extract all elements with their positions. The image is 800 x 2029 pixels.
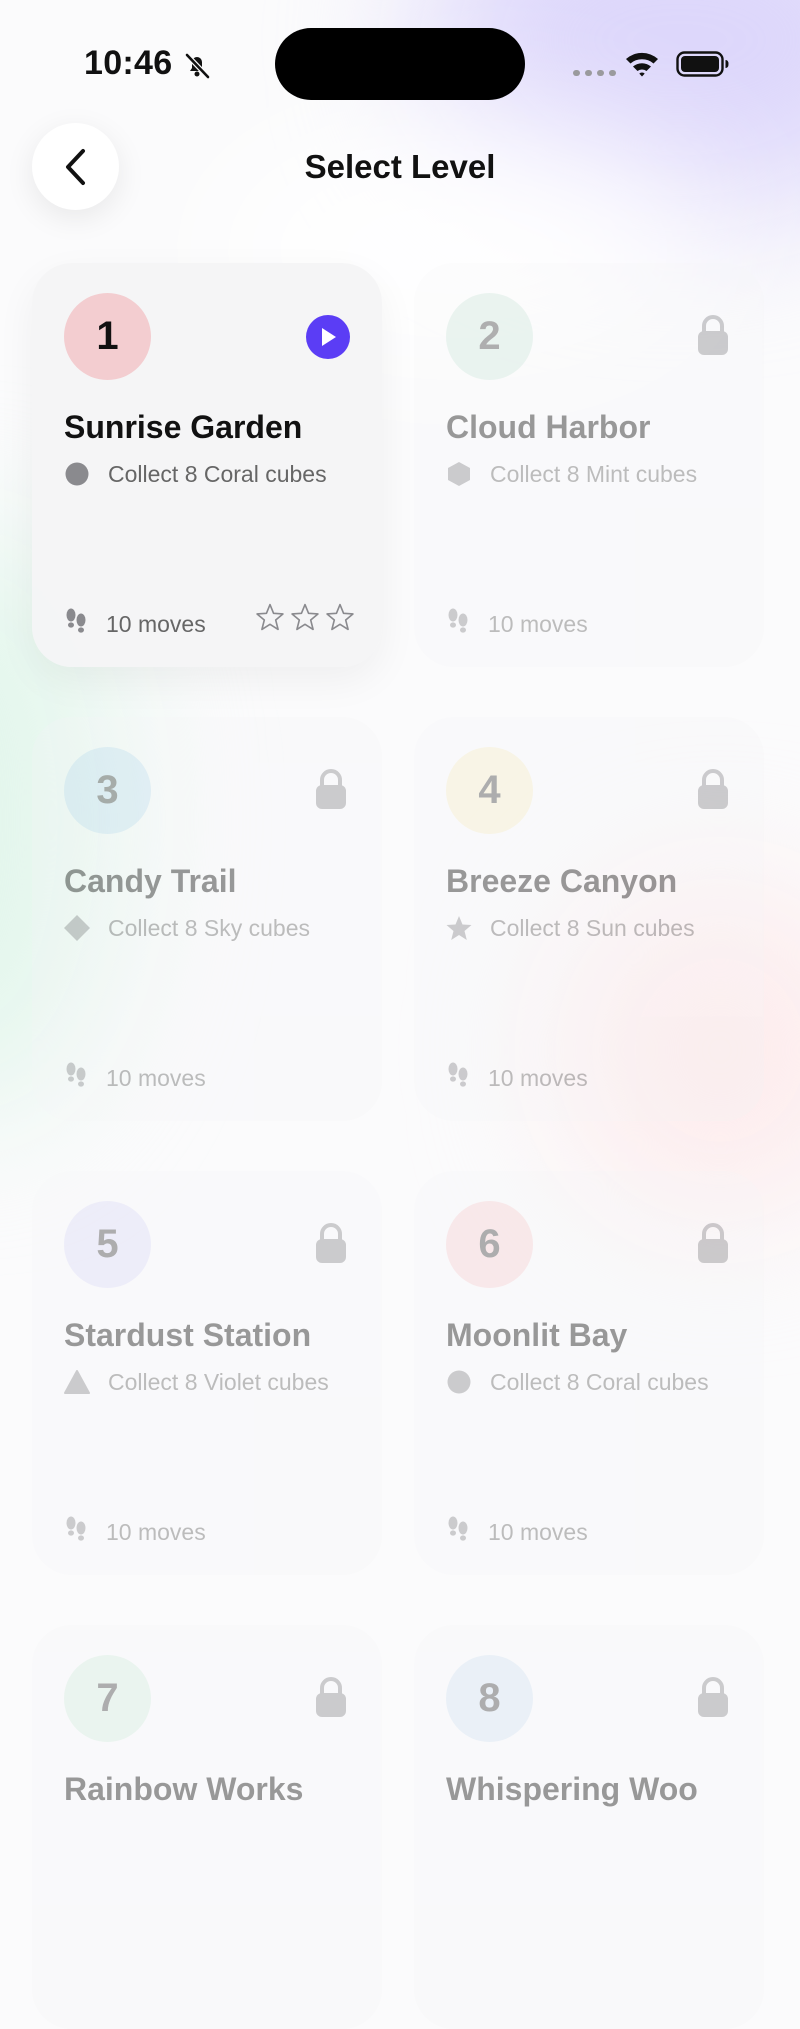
lock-icon <box>314 768 348 810</box>
footprints-icon <box>446 1516 488 1548</box>
level-name: Stardust Station <box>64 1317 312 1353</box>
footprints-icon <box>446 608 488 640</box>
level-goal-text: Collect 8 Sky cubes <box>108 915 310 941</box>
play-icon <box>322 328 336 346</box>
level-card-1[interactable]: 1 Sunrise Garden Collect 8 Coral cubes 10 m… <box>32 263 382 667</box>
footprints-icon <box>64 1516 106 1548</box>
star-outline-icon <box>291 603 319 636</box>
lock-icon <box>314 1676 348 1718</box>
level-number-badge: 1 <box>64 293 151 380</box>
level-name: Candy Trail <box>64 863 237 899</box>
star-rating <box>256 603 354 636</box>
level-card-8: 8 Whispering Woo <box>414 1625 764 2029</box>
play-button[interactable] <box>306 315 350 359</box>
level-grid: 1 Sunrise Garden Collect 8 Coral cubes 10 m… <box>32 263 764 2029</box>
level-name: Cloud Harbor <box>446 409 651 445</box>
level-name: Sunrise Garden <box>64 409 303 445</box>
circle-icon <box>446 1369 472 1395</box>
dynamic-island <box>275 28 525 100</box>
level-number-badge: 8 <box>446 1655 533 1742</box>
level-moves-text: 10 moves <box>106 1518 206 1545</box>
footprints-icon <box>64 1062 106 1094</box>
level-card-4: 4 Breeze Canyon Collect 8 Sun cubes 10 move… <box>414 717 764 1121</box>
level-goal-text: Collect 8 Coral cubes <box>490 1369 709 1395</box>
level-number-badge: 5 <box>64 1201 151 1288</box>
level-name: Whispering Woo <box>446 1771 698 1807</box>
level-moves-text: 10 moves <box>488 1518 588 1545</box>
level-moves-text: 10 moves <box>488 610 588 637</box>
battery-icon <box>676 51 729 77</box>
level-number-badge: 3 <box>64 747 151 834</box>
level-moves-text: 10 moves <box>488 1064 588 1091</box>
level-moves: 10 moves <box>446 1062 588 1094</box>
status-time: 10:46 <box>84 44 173 82</box>
level-goal: Collect 8 Coral cubes <box>64 458 358 490</box>
level-goal: Collect 8 Coral cubes <box>446 1366 740 1398</box>
footprints-icon <box>446 1062 488 1094</box>
bell-off-icon <box>185 53 210 79</box>
diamond-icon <box>64 915 90 941</box>
level-number-badge: 2 <box>446 293 533 380</box>
triangle-icon <box>64 1369 90 1395</box>
level-moves: 10 moves <box>446 1516 588 1548</box>
level-goal-text: Collect 8 Coral cubes <box>108 461 327 487</box>
level-goal-text: Collect 8 Violet cubes <box>108 1369 329 1395</box>
level-number-badge: 6 <box>446 1201 533 1288</box>
level-number-badge: 4 <box>446 747 533 834</box>
level-card-5: 5 Stardust Station Collect 8 Violet cubes 1… <box>32 1171 382 1575</box>
lock-icon <box>696 1222 730 1264</box>
level-card-3: 3 Candy Trail Collect 8 Sky cubes 10 moves <box>32 717 382 1121</box>
level-goal: Collect 8 Mint cubes <box>446 458 740 490</box>
footprints-icon <box>64 608 106 640</box>
circle-icon <box>64 461 90 487</box>
lock-icon <box>696 314 730 356</box>
level-number-badge: 7 <box>64 1655 151 1742</box>
level-moves: 10 moves <box>64 1516 206 1548</box>
cellular-signal-icon <box>573 70 616 76</box>
status-bar: 10:46 <box>0 0 800 120</box>
lock-icon <box>696 768 730 810</box>
level-goal: Collect 8 Sun cubes <box>446 912 740 944</box>
lock-icon <box>696 1676 730 1718</box>
level-goal-text: Collect 8 Sun cubes <box>490 915 695 941</box>
level-name: Breeze Canyon <box>446 863 678 899</box>
level-moves: 10 moves <box>64 1062 206 1094</box>
level-moves: 10 moves <box>446 608 588 640</box>
level-moves-text: 10 moves <box>106 1064 206 1091</box>
level-goal: Collect 8 Violet cubes <box>64 1366 358 1398</box>
lock-icon <box>314 1222 348 1264</box>
level-moves: 10 moves <box>64 608 206 640</box>
level-card-2: 2 Cloud Harbor Collect 8 Mint cubes 10 move… <box>414 263 764 667</box>
level-name: Rainbow Works <box>64 1771 304 1807</box>
star-outline-icon <box>256 603 284 636</box>
level-goal: Collect 8 Sky cubes <box>64 912 358 944</box>
level-card-6: 6 Moonlit Bay Collect 8 Coral cubes 10 move… <box>414 1171 764 1575</box>
level-goal-text: Collect 8 Mint cubes <box>490 461 698 487</box>
hexagon-icon <box>446 461 472 487</box>
level-moves-text: 10 moves <box>106 610 206 637</box>
level-card-7: 7 Rainbow Works <box>32 1625 382 2029</box>
level-name: Moonlit Bay <box>446 1317 628 1353</box>
wifi-icon <box>626 52 658 77</box>
page-title: Select Level <box>304 148 496 185</box>
star-outline-icon <box>326 603 354 636</box>
star-icon <box>446 915 472 941</box>
